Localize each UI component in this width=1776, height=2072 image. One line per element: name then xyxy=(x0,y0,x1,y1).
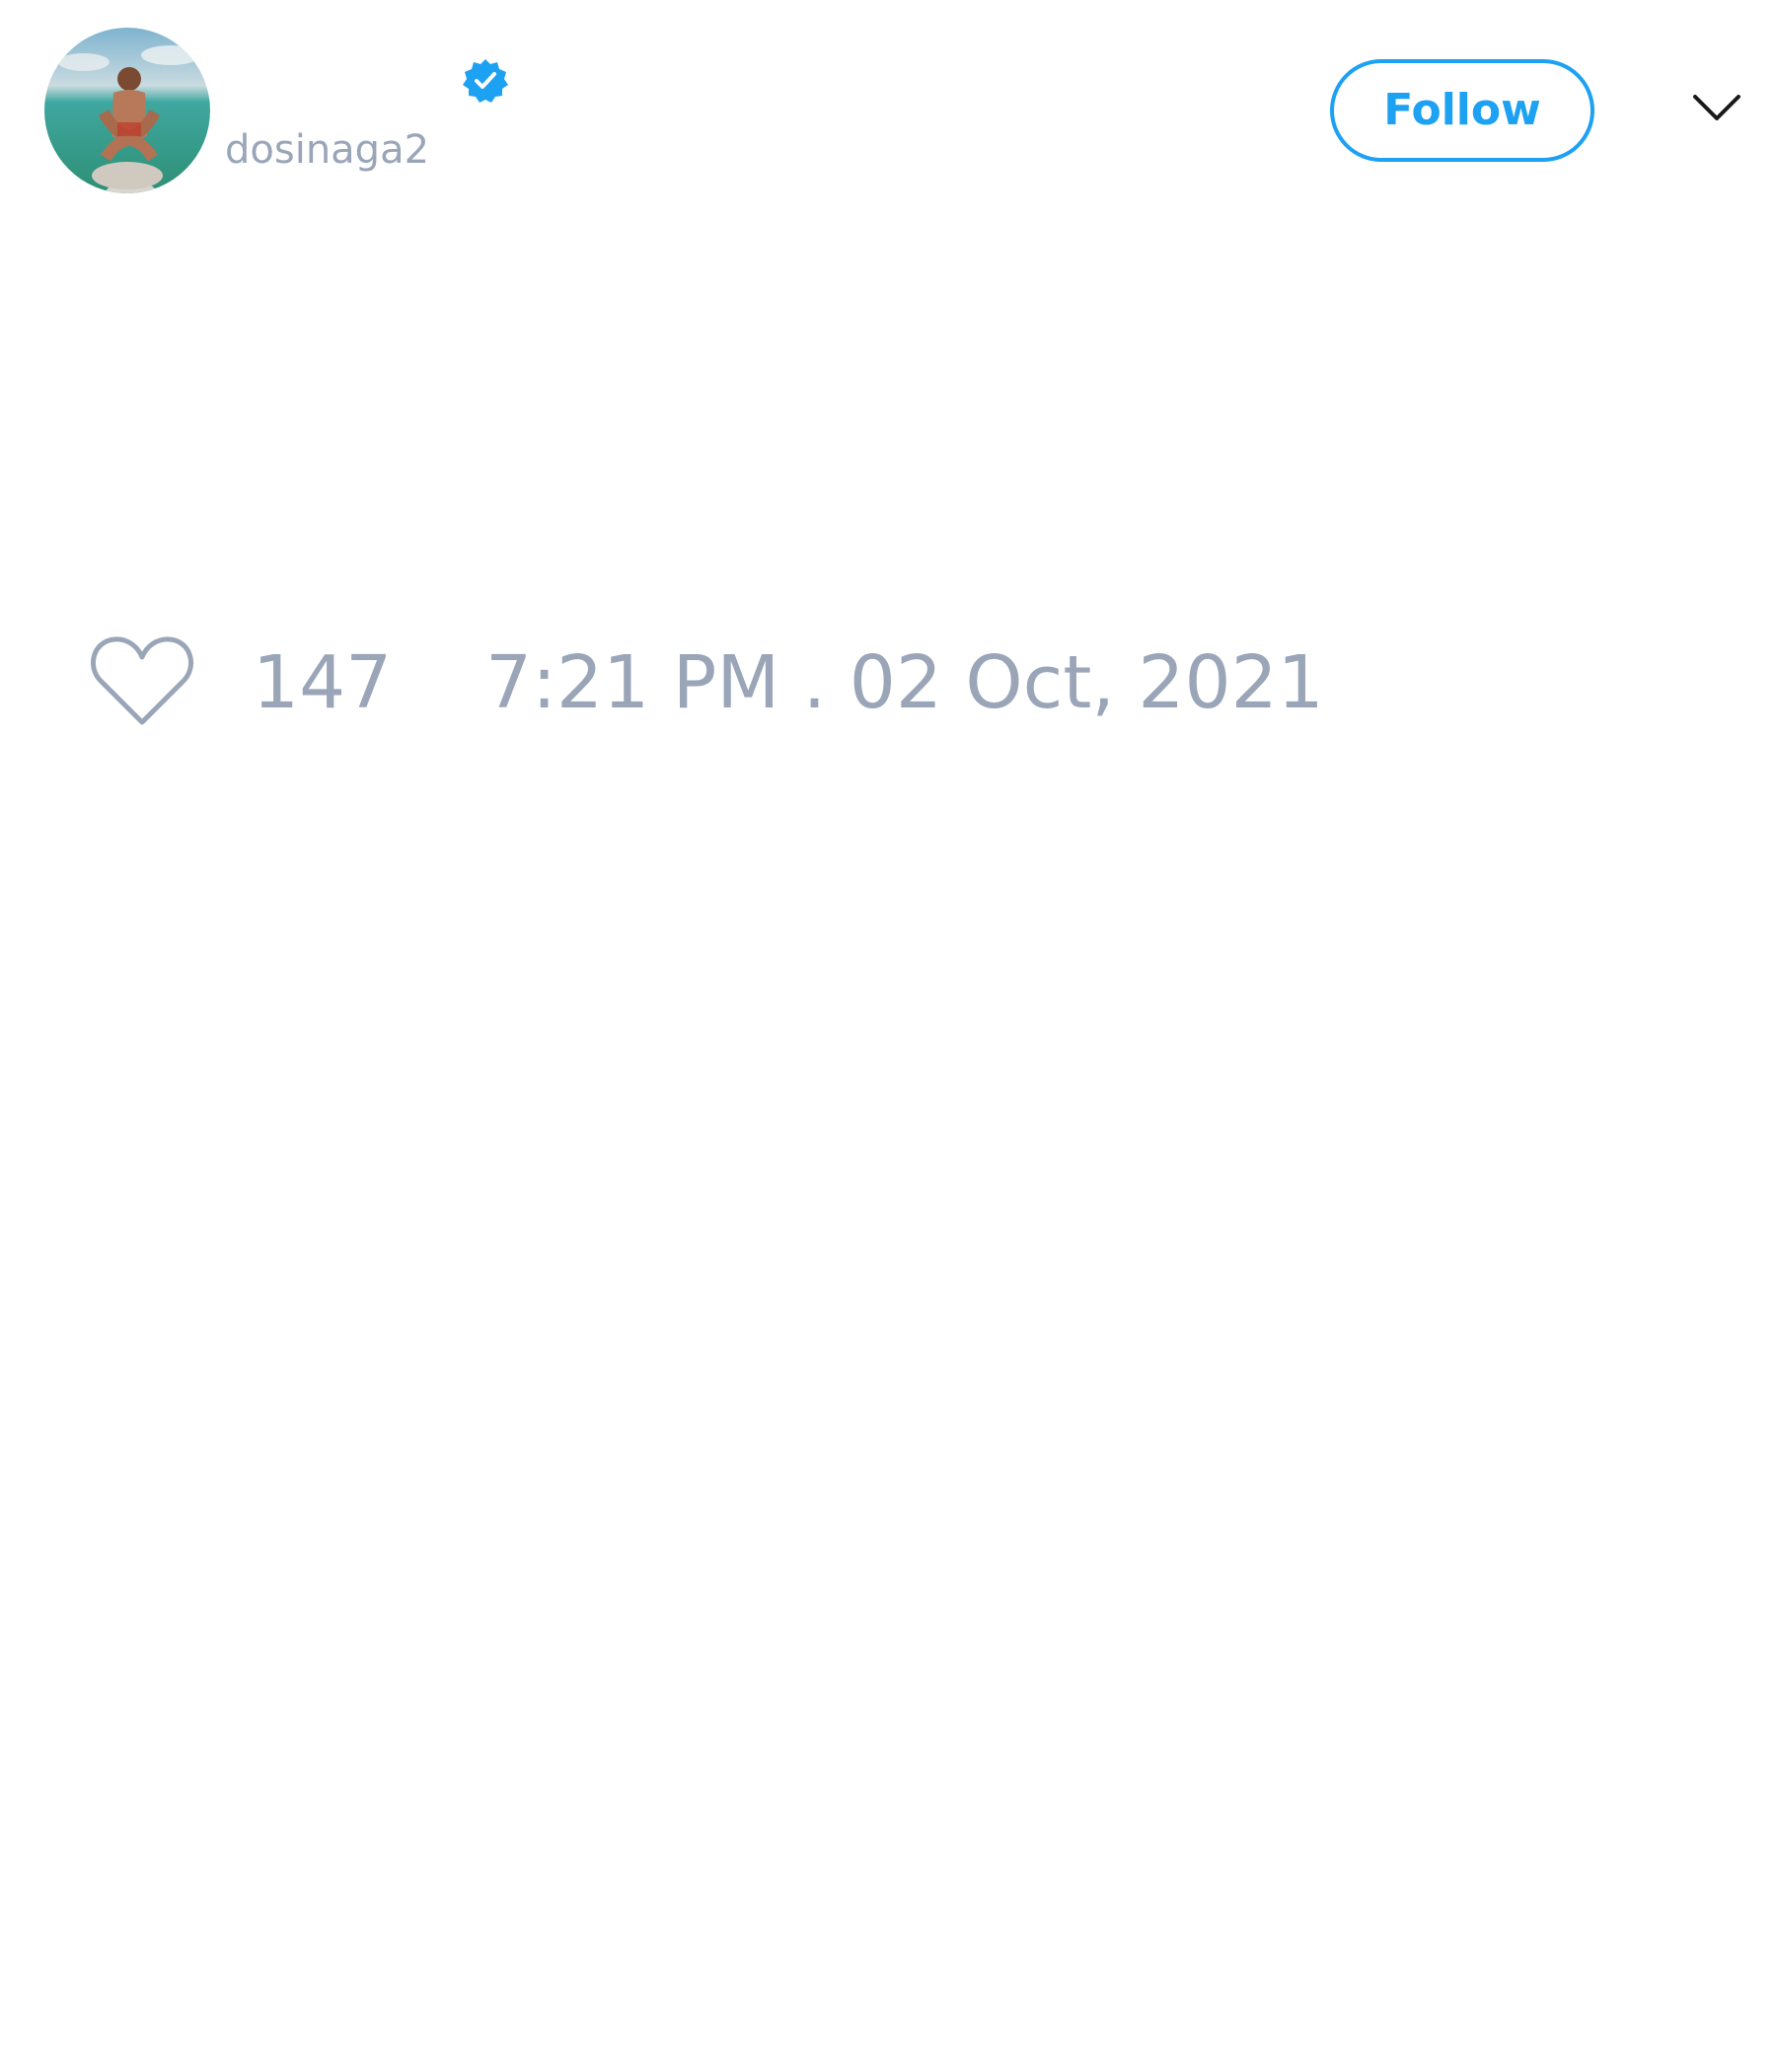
avatar[interactable] xyxy=(44,28,210,193)
heart-outline-icon[interactable] xyxy=(89,631,195,730)
user-handle[interactable]: dosinaga2 xyxy=(225,126,429,174)
tweet-timestamp[interactable]: 7:21 PM . 02 Oct, 2021 xyxy=(485,641,1324,724)
follow-button[interactable]: Follow xyxy=(1330,59,1594,162)
avatar-image xyxy=(44,28,210,193)
verified-badge-icon xyxy=(462,57,509,105)
like-count: 147 xyxy=(253,640,393,725)
chevron-down-icon[interactable] xyxy=(1689,89,1744,128)
